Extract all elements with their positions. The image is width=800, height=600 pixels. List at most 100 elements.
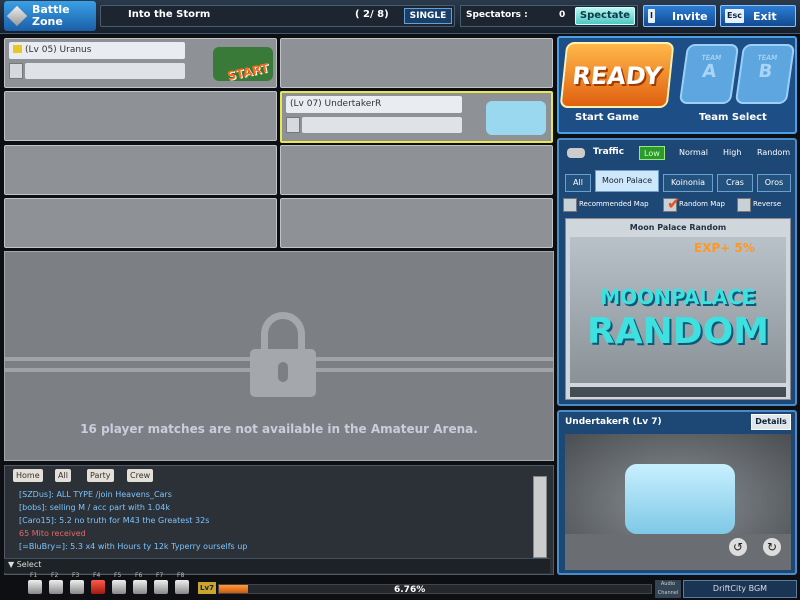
player-slot-2[interactable]: (Lv 07) UndertakerR — [280, 91, 553, 143]
reverse-checkbox[interactable] — [737, 198, 751, 212]
player-emblem — [286, 117, 300, 133]
recommended-map-checkbox[interactable] — [563, 198, 577, 212]
team-b-label: B — [757, 61, 774, 82]
map-tab-koinonia[interactable]: Koinonia — [663, 174, 713, 192]
chat-tab-crew[interactable]: Crew — [127, 469, 154, 482]
car-thumbnail — [486, 101, 546, 135]
player-name: (Lv 05) Uranus — [25, 45, 92, 55]
fkey-label: F1 — [30, 572, 38, 579]
reverse-label: Reverse — [753, 200, 782, 208]
player-slot-empty[interactable] — [280, 198, 553, 248]
player-slot-empty[interactable] — [4, 198, 277, 248]
car-icon — [567, 148, 585, 158]
chat-scrollbar[interactable] — [533, 476, 547, 558]
traffic-option-normal[interactable]: Normal — [675, 146, 712, 160]
map-name: Moon Palace Random — [629, 223, 727, 232]
team-b-button[interactable]: TEAM B — [734, 44, 796, 104]
chat-input-bar[interactable]: ▼ Select — [4, 558, 550, 573]
player-status-bar — [302, 117, 462, 133]
traffic-label: Traffic — [593, 147, 625, 157]
exp-bar — [218, 584, 652, 594]
player-name-bar: (Lv 07) UndertakerR — [286, 96, 462, 113]
garage-view: ↺ ↻ — [565, 434, 791, 570]
map-scrollbar[interactable] — [570, 387, 786, 397]
chat-line: [bobs]: selling M / acc part with 1.04k — [19, 503, 170, 512]
chat-line: [SZDus]: ALL TYPE /join Heavens_Cars — [19, 490, 172, 499]
spectators-count: 0 — [559, 10, 566, 20]
fkey-label: F2 — [51, 572, 59, 579]
exit-button[interactable]: Esc Exit — [720, 5, 796, 27]
map-tab-moon-palace[interactable]: Moon Palace — [595, 170, 659, 192]
quickmenu-icon[interactable] — [28, 580, 42, 594]
audio-channel-label: Audio Channel — [655, 580, 681, 598]
padlock-icon — [261, 312, 305, 352]
map-tab-oros[interactable]: Oros — [757, 174, 791, 192]
player-slot-1[interactable]: (Lv 05) Uranus START — [4, 38, 277, 88]
team-a-label: A — [700, 61, 718, 82]
spectate-button[interactable]: Spectate — [575, 7, 635, 25]
exit-hotkey: Esc — [725, 9, 744, 23]
traffic-option-high[interactable]: High — [719, 146, 745, 160]
player-slot-empty[interactable] — [280, 38, 553, 88]
room-title: Into the Storm — [128, 9, 211, 20]
player-slot-empty[interactable] — [4, 91, 277, 141]
map-art: EXP+ 5% MOONPALACE RANDOM — [570, 237, 786, 383]
quickmenu-icon[interactable] — [154, 580, 168, 594]
fkey-label: F7 — [156, 572, 164, 579]
invite-label: Invite — [672, 10, 708, 23]
quickmenu-icon[interactable] — [70, 580, 84, 594]
ready-panel: READY TEAM A TEAM B Start Game Team Sele… — [557, 36, 797, 134]
fkey-label: F6 — [135, 572, 143, 579]
map-title-line2: RANDOM — [586, 311, 770, 352]
player-emblem — [9, 63, 23, 79]
rotate-right-icon[interactable]: ↻ — [763, 538, 781, 556]
rotate-left-icon[interactable]: ↺ — [729, 538, 747, 556]
top-bar: Battle Zone Into the Storm ( 2/ 8) SINGL… — [0, 0, 800, 34]
crown-icon — [13, 45, 22, 53]
chat-line: [Caro15]: 5.2 no truth for M43 the Great… — [19, 516, 210, 525]
quickmenu-icon[interactable] — [49, 580, 63, 594]
chat-tab-party[interactable]: Party — [87, 469, 114, 482]
ready-button[interactable]: READY — [559, 42, 675, 108]
bgm-selector[interactable]: DriftCity BGM — [683, 580, 797, 598]
quickmenu-icon[interactable] — [112, 580, 126, 594]
chat-line: 65 Mito received — [19, 529, 86, 538]
team-a-button[interactable]: TEAM A — [678, 44, 740, 104]
exp-bar-fill — [219, 585, 248, 593]
spectators-bar: Spectators : 0 Spectate — [460, 5, 638, 27]
padlock-keyhole — [278, 362, 288, 382]
garage-floor — [565, 534, 791, 570]
map-tab-all[interactable]: All — [565, 174, 591, 192]
cube-icon — [6, 5, 28, 27]
fkey-label: F5 — [114, 572, 122, 579]
invite-button[interactable]: I Invite — [643, 5, 716, 27]
exit-label: Exit — [753, 10, 777, 23]
quickmenu-icon[interactable] — [175, 580, 189, 594]
map-title-line1: MOONPALACE — [600, 285, 756, 309]
map-preview: Moon Palace Random EXP+ 5% MOONPALACE RA… — [565, 218, 791, 400]
map-tab-cras[interactable]: Cras — [717, 174, 753, 192]
exp-bonus-badge: EXP+ 5% — [694, 241, 755, 255]
invite-hotkey: I — [648, 9, 655, 23]
room-player-count: ( 2/ 8) — [355, 9, 389, 20]
player-slot-empty[interactable] — [280, 145, 553, 195]
fkey-label: F4 — [93, 572, 101, 579]
chat-tab-home[interactable]: Home — [13, 469, 43, 482]
room-info-bar: Into the Storm ( 2/ 8) SINGLE — [100, 5, 455, 27]
chat-tab-all[interactable]: All — [55, 469, 71, 482]
details-button[interactable]: Details — [751, 414, 791, 430]
chat-select-label: Select — [16, 560, 42, 569]
quickmenu-icon[interactable] — [133, 580, 147, 594]
room-mode-badge: SINGLE — [404, 8, 452, 24]
ready-label: READY — [570, 62, 663, 90]
traffic-option-low[interactable]: Low — [639, 146, 665, 160]
locked-slots-area: 16 player matches are not available in t… — [4, 251, 554, 461]
traffic-option-random[interactable]: Random — [753, 146, 794, 160]
shop-icon[interactable] — [91, 580, 105, 594]
logo-text-line2: Zone — [32, 15, 63, 28]
chat-channel-select[interactable]: ▼ Select — [8, 560, 41, 569]
recommended-map-label: Recommended Map — [579, 200, 649, 208]
player-slot-empty[interactable] — [4, 145, 277, 195]
level-badge: Lv7 — [198, 582, 216, 594]
start-game-label: Start Game — [575, 112, 640, 123]
